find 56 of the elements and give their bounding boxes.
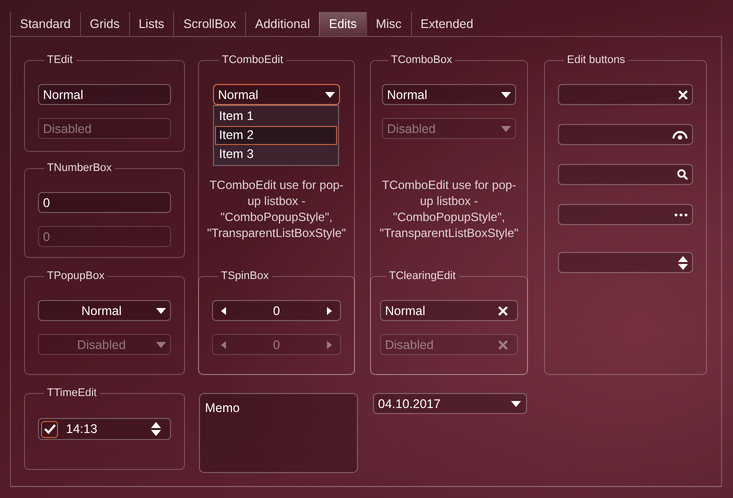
list-item[interactable]: Item 2 (215, 126, 337, 145)
combo-edit[interactable]: Normal (213, 84, 340, 105)
group-title: Edit buttons (567, 54, 626, 66)
left-arrow-icon (221, 340, 226, 348)
up-down-arrows-icon (678, 256, 688, 270)
group-title: TNumberBox (47, 162, 112, 174)
text-field[interactable]: Normal (38, 84, 171, 105)
tab[interactable]: Edits (319, 12, 366, 36)
tab[interactable]: Extended (410, 12, 482, 36)
left-arrow-icon (221, 306, 226, 314)
close-icon (498, 340, 508, 350)
description-text: TComboEdit use for pop-up listbox - "ComboPopupStyle", "TransparentListBoxStyle" (378, 177, 520, 241)
close-icon (498, 306, 508, 316)
text-field[interactable] (558, 252, 693, 273)
list-item[interactable]: Item 1 (215, 107, 337, 126)
description-text: TComboEdit use for pop-up listbox - "ComboPopupStyle", "TransparentListBoxStyle" (207, 177, 346, 241)
caret-icon (156, 342, 166, 348)
spin-box[interactable]: 0 (212, 300, 341, 321)
group-title: TTimeEdit (47, 387, 97, 399)
caret-icon (325, 92, 335, 98)
memo-field[interactable]: Memo (199, 393, 358, 473)
text-field[interactable] (558, 204, 693, 225)
tab[interactable]: Additional (245, 12, 320, 36)
group-title: TSpinBox (221, 270, 269, 282)
group-title: TClearingEdit (389, 270, 456, 282)
list-item[interactable]: Item 3 (215, 145, 337, 164)
close-icon (678, 90, 688, 100)
caret-icon (501, 126, 511, 132)
tab[interactable]: Lists (128, 12, 174, 36)
group-title: TComboBox (391, 54, 452, 66)
text-field[interactable] (558, 84, 693, 105)
ellipsis-icon (674, 212, 688, 216)
right-arrow-icon (327, 340, 332, 348)
tab[interactable]: Grids (80, 12, 129, 36)
group-title: TPopupBox (47, 270, 104, 282)
text-field[interactable]: Normal (380, 300, 518, 321)
caret-icon (156, 308, 166, 314)
eye-icon (672, 129, 688, 140)
number-field[interactable]: 0 (38, 192, 171, 213)
date-field[interactable]: 04.10.2017 (373, 393, 527, 414)
caret-icon (501, 92, 511, 98)
checkbox[interactable] (41, 420, 58, 438)
tab[interactable]: Misc (366, 12, 411, 36)
popup-button[interactable]: Normal (38, 300, 171, 321)
right-arrow-icon (327, 306, 332, 314)
tab[interactable]: Standard (10, 12, 80, 36)
up-down-arrows-icon (151, 422, 161, 436)
caret-icon (511, 400, 521, 406)
group-title: TComboEdit (222, 54, 284, 66)
tab[interactable]: ScrollBox (173, 12, 246, 36)
combo-box[interactable]: Normal (382, 84, 516, 105)
text-field[interactable] (558, 164, 693, 185)
search-icon (677, 169, 688, 180)
group-title: TEdit (47, 54, 73, 66)
text-field[interactable] (558, 124, 693, 145)
time-field[interactable]: 14:13 (38, 418, 171, 440)
